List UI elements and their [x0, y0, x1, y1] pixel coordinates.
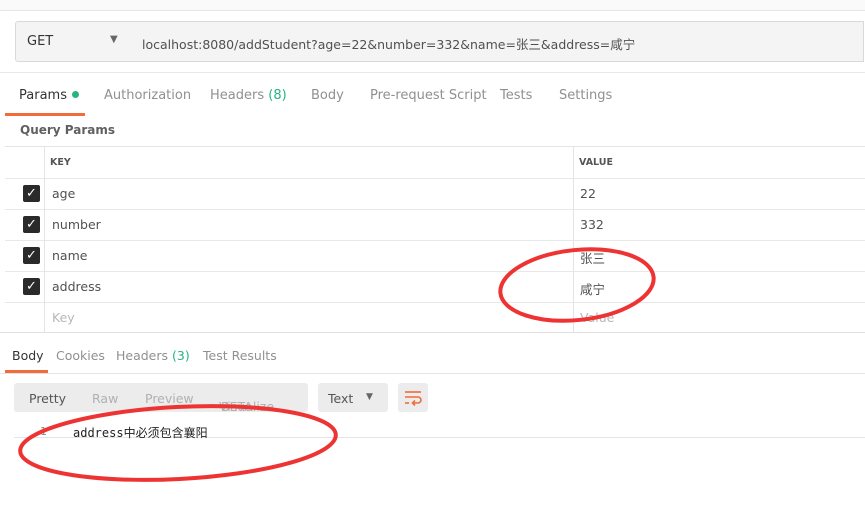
response-tabs: Body Cookies Headers (3) Test Results	[0, 332, 865, 374]
tab-prerequest-script[interactable]: Pre-request Script	[370, 88, 487, 103]
wrap-lines-button[interactable]	[398, 383, 428, 412]
response-body-text[interactable]: address中必须包含襄阳	[73, 424, 208, 441]
table-row: ✓ age 22	[5, 178, 865, 210]
param-value[interactable]: 张三	[580, 248, 605, 267]
table-row: ✓ address 咸宁	[5, 271, 865, 303]
active-tab-indicator	[5, 113, 85, 116]
active-response-tab-indicator	[5, 370, 48, 373]
column-divider	[44, 147, 45, 333]
check-icon[interactable]: ✓	[23, 278, 40, 295]
annotation-circle	[18, 404, 338, 482]
check-icon[interactable]: ✓	[23, 185, 40, 202]
new-key-input[interactable]: Key	[52, 310, 75, 325]
chevron-down-icon: ▼	[110, 34, 118, 45]
tab-cookies[interactable]: Cookies	[56, 348, 105, 363]
tab-test-results[interactable]: Test Results	[203, 348, 277, 363]
top-strip	[0, 0, 865, 11]
raw-button[interactable]: Raw	[92, 391, 118, 406]
check-icon[interactable]: ✓	[23, 216, 40, 233]
tab-body[interactable]: Body	[311, 88, 344, 103]
table-header-row: KEY VALUE	[5, 147, 865, 179]
tab-headers-label: Headers	[210, 88, 265, 103]
value-column-header: VALUE	[579, 157, 613, 168]
table-row-new: Key Value	[5, 302, 865, 333]
param-key[interactable]: name	[52, 248, 87, 263]
line-number: 1	[40, 425, 47, 438]
url-text: localhost:8080/addStudent?age=22&number=…	[142, 37, 636, 52]
tab-headers[interactable]: Headers (8)	[210, 88, 287, 103]
param-key[interactable]: age	[52, 186, 75, 201]
tab-response-headers[interactable]: Headers (3)	[116, 348, 190, 363]
preview-button[interactable]: Preview	[145, 391, 194, 406]
tab-settings[interactable]: Settings	[559, 88, 612, 103]
method-label: GET	[27, 34, 54, 49]
param-value[interactable]: 咸宁	[580, 279, 605, 298]
tab-params-label: Params	[19, 88, 67, 103]
chevron-down-icon: ▼	[366, 392, 373, 402]
url-input[interactable]: localhost:8080/addStudent?age=22&number=…	[131, 21, 864, 62]
params-dot-icon	[71, 91, 79, 98]
format-select[interactable]: Text ▼	[318, 383, 388, 412]
tab-response-headers-count: (3)	[172, 348, 190, 363]
beta-badge: BETA	[221, 399, 253, 414]
check-icon[interactable]: ✓	[23, 247, 40, 264]
wrap-lines-icon	[405, 391, 422, 407]
tab-headers-count: (8)	[268, 88, 287, 103]
param-key[interactable]: number	[52, 217, 101, 232]
request-tabs: Params Authorization Headers (8) Body Pr…	[0, 72, 865, 116]
column-divider	[573, 147, 574, 333]
tab-params[interactable]: Params	[19, 88, 79, 103]
param-value[interactable]: 22	[580, 186, 596, 201]
query-params-table: KEY VALUE ✓ age 22 ✓ number 332 ✓ name 张…	[5, 146, 865, 333]
view-mode-segment: Pretty Raw Preview Visualize BETA	[14, 383, 308, 414]
tab-tests[interactable]: Tests	[500, 88, 532, 103]
format-label: Text	[328, 391, 354, 406]
key-column-header: KEY	[50, 157, 71, 168]
param-key[interactable]: address	[52, 279, 101, 294]
table-row: ✓ number 332	[5, 209, 865, 241]
method-select[interactable]: GET ▼	[15, 21, 132, 62]
pretty-button[interactable]: Pretty	[29, 391, 66, 406]
table-row: ✓ name 张三	[5, 240, 865, 272]
query-params-title: Query Params	[20, 123, 116, 137]
request-bar: GET ▼ localhost:8080/addStudent?age=22&n…	[15, 21, 865, 62]
param-value[interactable]: 332	[580, 217, 604, 232]
new-value-input[interactable]: Value	[580, 310, 614, 325]
tab-authorization[interactable]: Authorization	[104, 88, 191, 103]
tab-response-headers-label: Headers	[116, 348, 169, 363]
tab-response-body[interactable]: Body	[12, 348, 44, 363]
